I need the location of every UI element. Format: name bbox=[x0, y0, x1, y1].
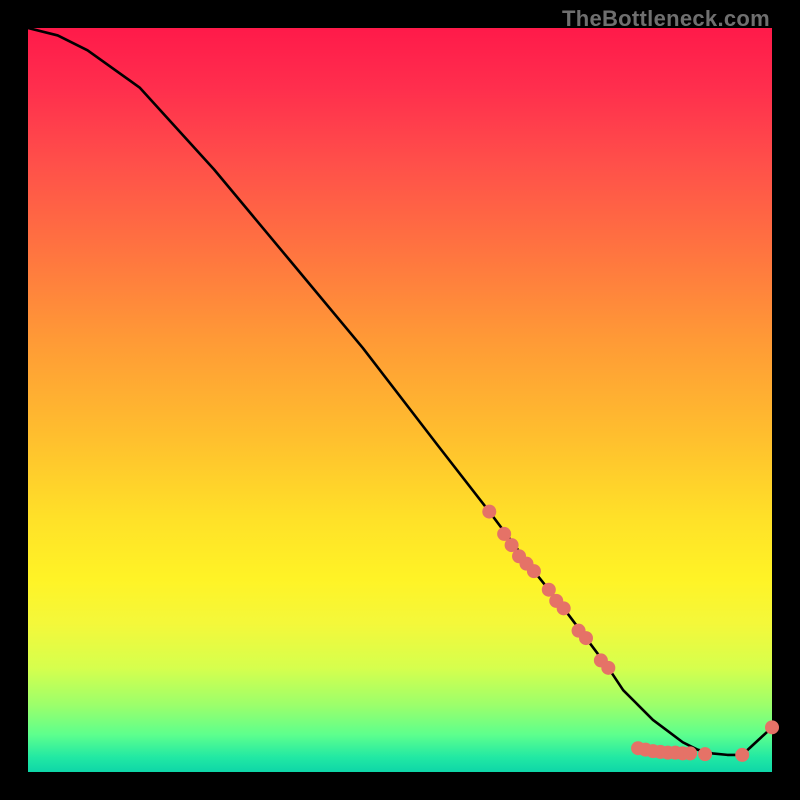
data-point-marker bbox=[557, 601, 571, 615]
chart-stage: TheBottleneck.com bbox=[0, 0, 800, 800]
plot-area bbox=[28, 28, 772, 772]
data-point-marker bbox=[579, 631, 593, 645]
data-point-marker bbox=[765, 720, 779, 734]
data-point-marker bbox=[527, 564, 541, 578]
data-point-marker bbox=[735, 748, 749, 762]
data-point-marker bbox=[698, 747, 712, 761]
chart-svg bbox=[28, 28, 772, 772]
data-point-marker bbox=[482, 505, 496, 519]
data-point-marker bbox=[601, 661, 615, 675]
data-point-marker bbox=[683, 746, 697, 760]
marker-group bbox=[482, 505, 779, 762]
bottleneck-curve bbox=[28, 28, 772, 755]
